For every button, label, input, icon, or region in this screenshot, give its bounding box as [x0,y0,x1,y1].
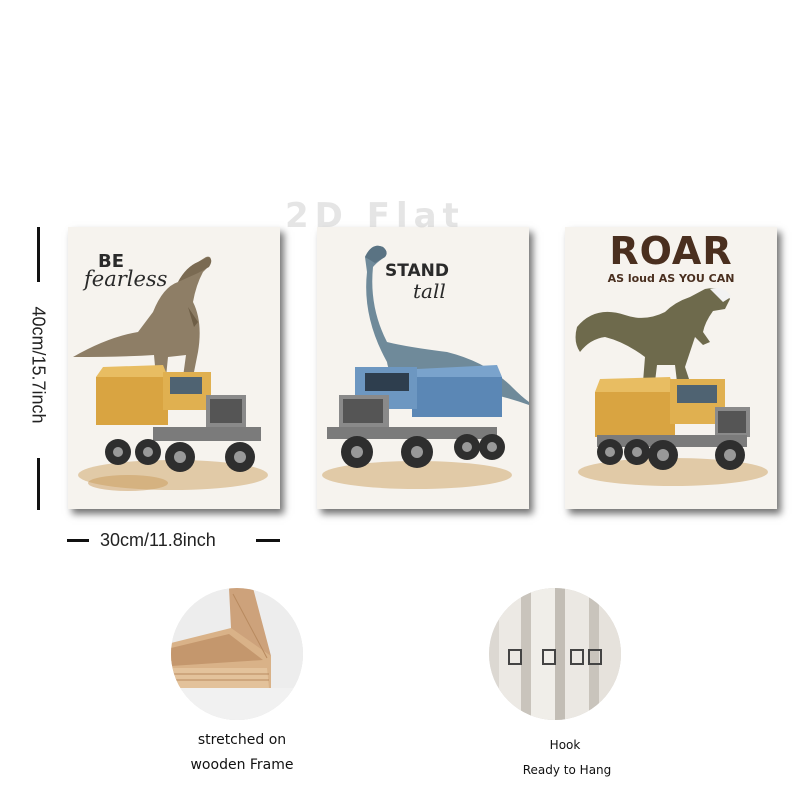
hook-caption-line2: Ready to Hang [522,763,612,777]
height-dimension-line-bottom [37,458,40,510]
frame-caption-line1: stretched on [197,732,287,748]
hook-caption-line1: Hook [549,738,581,752]
watermark-text: 2D Flat [285,196,465,236]
hook-icon [489,588,621,720]
panel-title-line2: fearless [84,267,168,291]
panel-title-line1: ROAR [609,229,733,273]
height-dimension-line-top [37,227,40,282]
height-dimension-label: 40cm/15.7inch [28,306,49,424]
width-dimension-label: 30cm/11.8inch [100,530,216,550]
panel-title-line2: AS loud AS YOU CAN [607,272,735,285]
panel-title-line2: tall [413,279,446,303]
canvas-panel-roar: ROAR AS loud AS YOU CAN [565,227,777,509]
panel-title-line1: STAND [385,261,450,281]
frame-caption-line2: wooden Frame [190,757,294,773]
hook-closeup [489,588,621,720]
canvas-panel-stand-tall: STAND tall [317,227,529,509]
width-dimension-line-left [67,539,89,542]
wooden-frame-closeup [171,588,303,720]
wooden-frame-icon [171,588,303,720]
canvas-panel-be-fearless: BE fearless [68,227,280,509]
width-dimension-line-right [256,539,280,542]
